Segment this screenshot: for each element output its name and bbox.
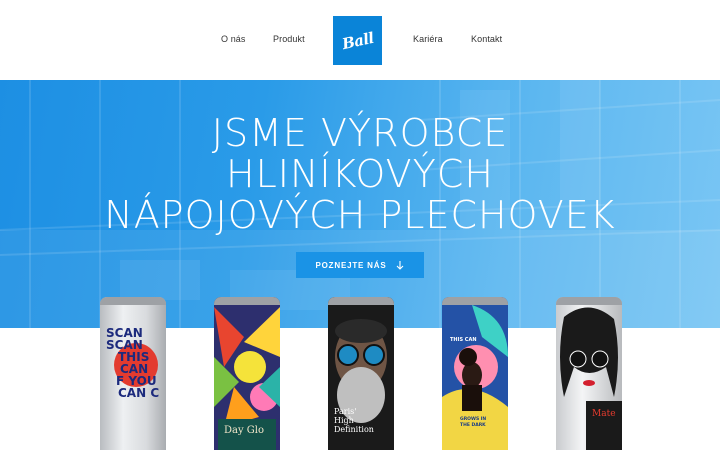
product-can-3[interactable]: Paris' High Definition (328, 297, 394, 450)
can-4-line-3: THE DARK (460, 423, 486, 428)
nav-kontakt[interactable]: Kontakt (471, 34, 502, 44)
hero-banner: JSME VÝROBCE HLINÍKOVÝCH NÁPOJOVÝCH PLEC… (0, 80, 720, 328)
ball-logo[interactable]: Ball (333, 16, 382, 65)
arrow-down-icon (397, 260, 404, 270)
nav-kariera[interactable]: Kariéra (413, 34, 443, 44)
headline-line-3: NÁPOJOVÝCH PLECHOVEK (104, 193, 616, 237)
site-header: O nás Produkt Ball Kariéra Kontakt (0, 0, 720, 80)
can-4-label-top: THIS CAN (450, 337, 477, 343)
hero-headline: JSME VÝROBCE HLINÍKOVÝCH NÁPOJOVÝCH PLEC… (0, 113, 720, 236)
product-can-1[interactable]: SCAN SCAN THIS CAN F YOU CAN C (100, 297, 166, 450)
nav-o-nas[interactable]: O nás (221, 34, 246, 44)
can-2-label: Day Glo (224, 425, 265, 436)
product-can-5[interactable]: Mate (556, 297, 622, 450)
can-3-line-3: Definition (334, 425, 374, 434)
logo-text: Ball (340, 28, 375, 53)
poznejte-nas-button[interactable]: POZNEJTE NÁS (296, 252, 424, 278)
can-5-label: Mate (592, 409, 616, 419)
can-3-line-1: Paris' (334, 407, 357, 416)
product-can-4[interactable]: THIS CAN GROWS IN THE DARK (442, 297, 508, 450)
nav-produkt[interactable]: Produkt (273, 34, 305, 44)
headline-line-2: HLINÍKOVÝCH (226, 152, 494, 196)
cta-label: POZNEJTE NÁS (315, 260, 387, 270)
can-1-line-6: CAN C (118, 386, 160, 400)
can-3-line-2: High (334, 416, 354, 425)
can-5-artwork (556, 297, 622, 450)
headline-line-1: JSME VÝROBCE (211, 111, 509, 155)
product-can-2[interactable]: Day Glo (214, 297, 280, 450)
